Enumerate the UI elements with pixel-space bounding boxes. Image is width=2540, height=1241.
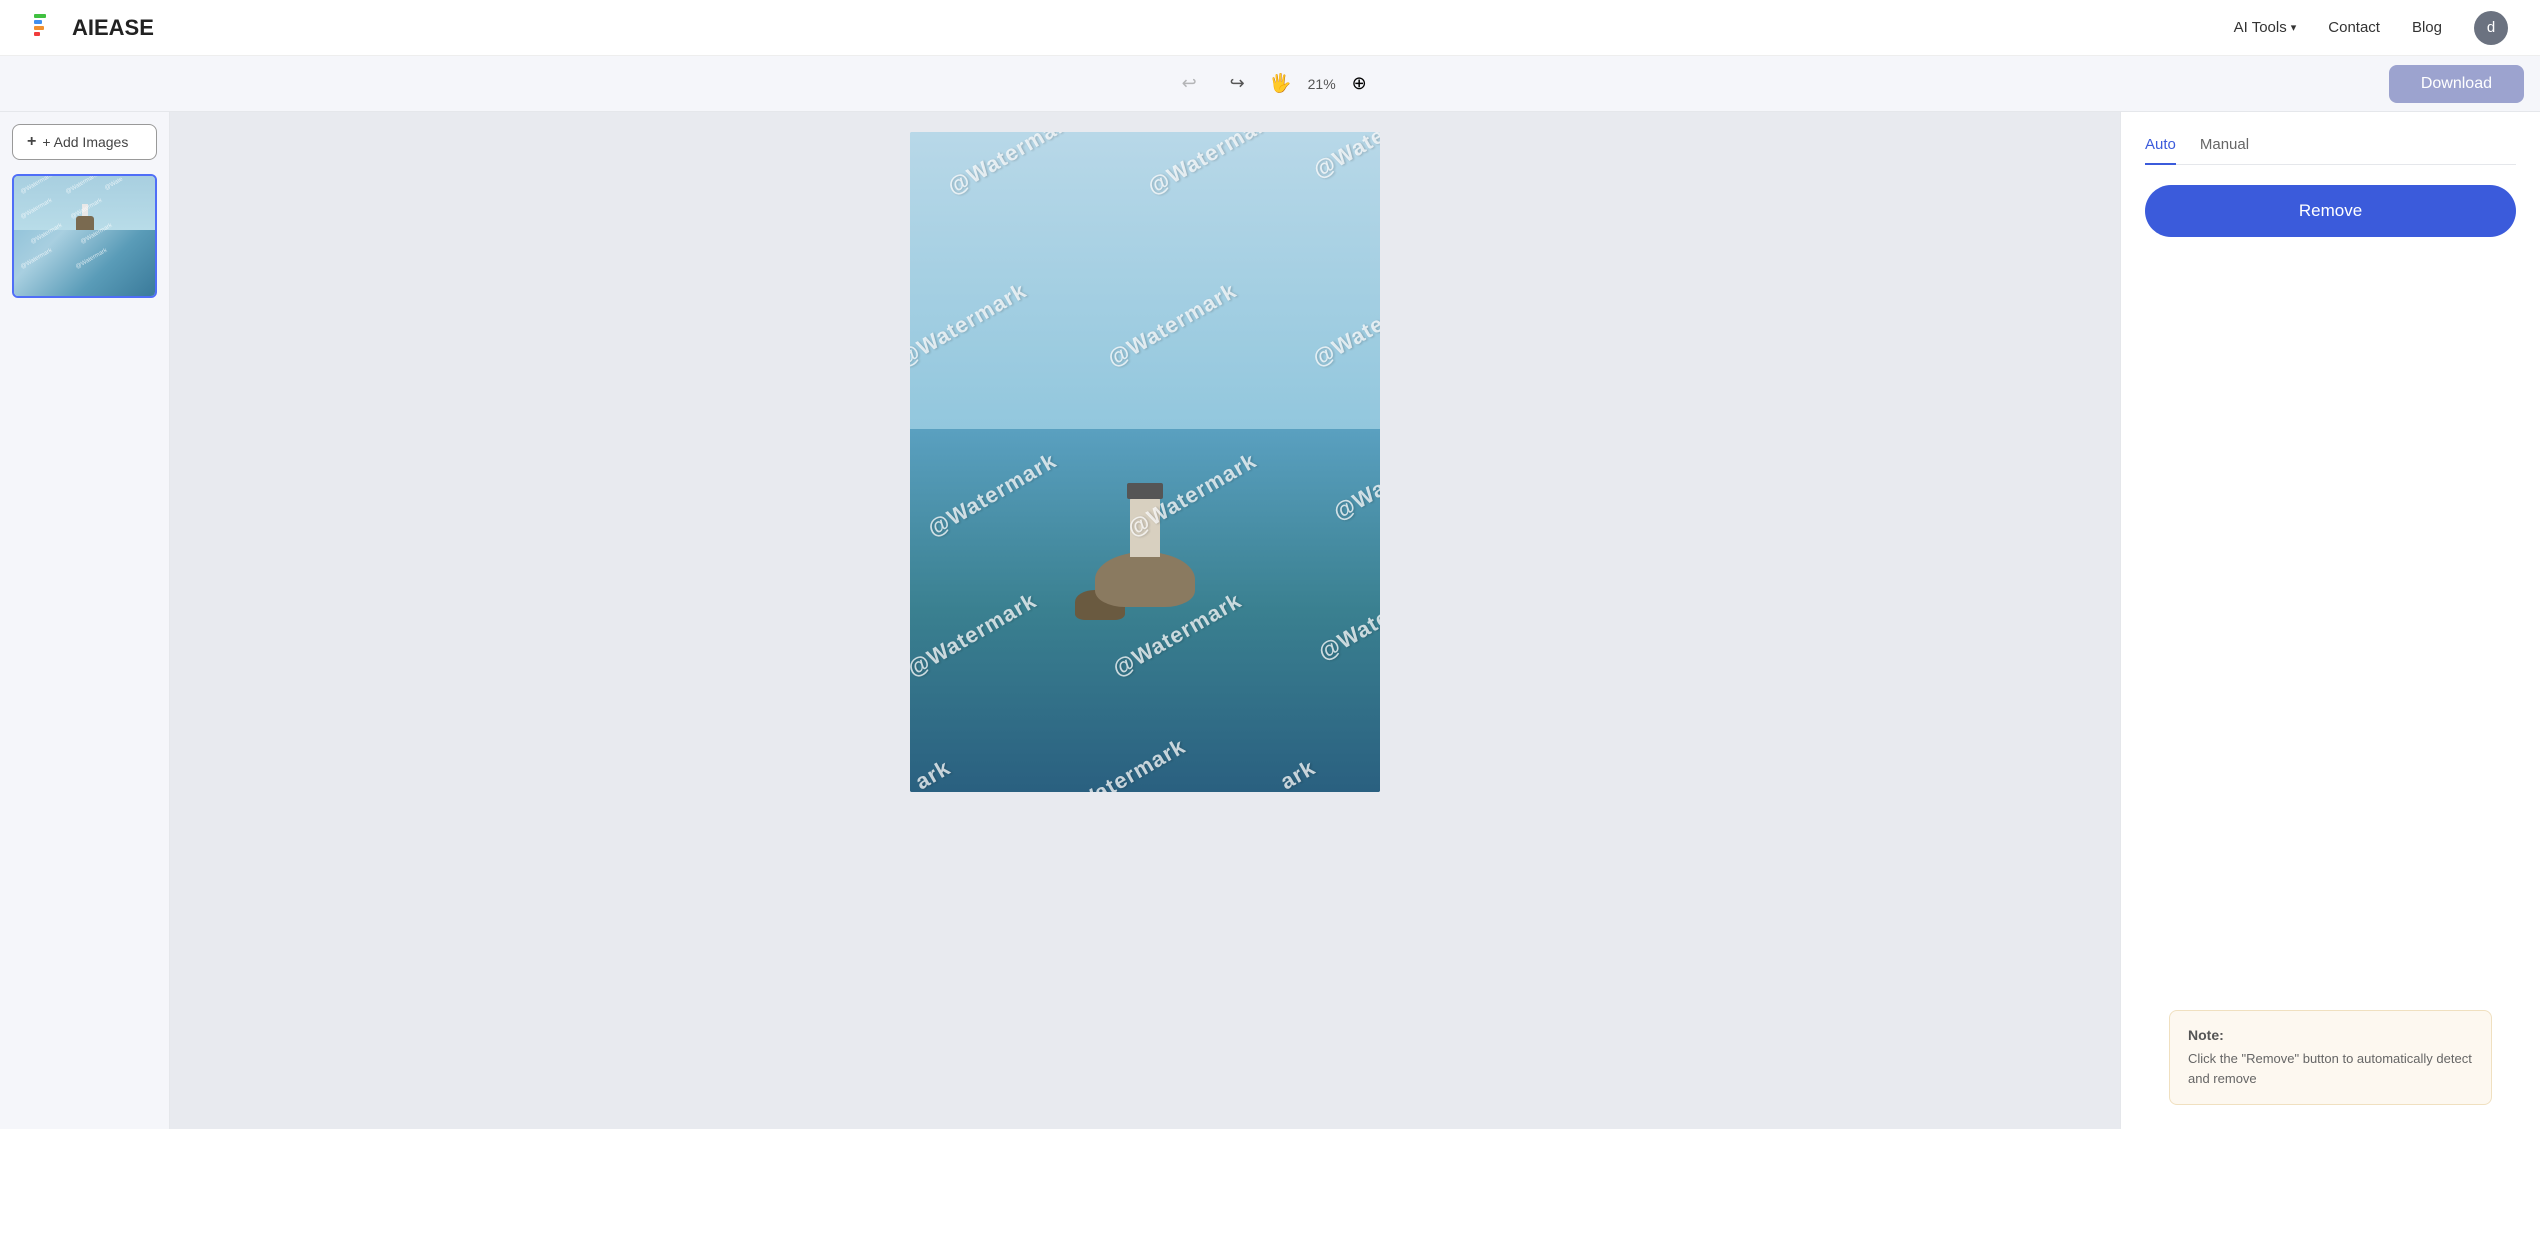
img-lighthouse-top: [1127, 483, 1163, 499]
canvas-area[interactable]: @Watermark@Watermark@Wate@Watermark@Wate…: [170, 112, 2120, 1129]
right-panel: Auto Manual Remove Note: Click the "Remo…: [2120, 112, 2540, 1129]
right-panel-inner: Auto Manual Remove Note: Click the "Remo…: [2145, 136, 2516, 1105]
toolbar: ↩ ↪ 🖐 21% ⊕ Download: [0, 56, 2540, 112]
nav-ai-tools[interactable]: AI Tools: [2234, 19, 2297, 36]
sidebar: + + Add Images @Watermark@Watermark@Wate…: [0, 112, 170, 1129]
img-sky: [910, 132, 1380, 462]
logo-icon: [32, 12, 64, 44]
tabs: Auto Manual: [2145, 136, 2516, 165]
note-box: Note: Click the "Remove" button to autom…: [2169, 1010, 2492, 1105]
remove-button[interactable]: Remove: [2145, 185, 2516, 237]
crosshair-icon[interactable]: ⊕: [1352, 73, 1367, 94]
img-lighthouse: [1130, 497, 1160, 557]
nav-contact[interactable]: Contact: [2328, 19, 2380, 36]
nav-blog[interactable]: Blog: [2412, 19, 2442, 36]
undo-button[interactable]: ↩: [1173, 68, 1205, 100]
header: AIEASE AI Tools Contact Blog d: [0, 0, 2540, 56]
toolbar-right: Download: [2389, 65, 2524, 103]
thumbnail-image: @Watermark@Watermark@Wate@Watermark@Wate…: [14, 176, 155, 296]
logo-text: AIEASE: [72, 15, 154, 41]
download-button[interactable]: Download: [2389, 65, 2524, 103]
redo-button[interactable]: ↪: [1221, 68, 1253, 100]
zoom-level: 21%: [1308, 76, 1336, 92]
tab-manual[interactable]: Manual: [2200, 136, 2249, 165]
tab-auto[interactable]: Auto: [2145, 136, 2176, 165]
add-images-button[interactable]: + + Add Images: [12, 124, 157, 160]
add-images-label: + Add Images: [42, 134, 128, 150]
img-island-base: [1095, 552, 1195, 607]
main: + + Add Images @Watermark@Watermark@Wate…: [0, 112, 2540, 1129]
pan-icon: 🖐: [1269, 73, 1291, 94]
note-title: Note:: [2188, 1027, 2473, 1043]
toolbar-center: ↩ ↪ 🖐 21% ⊕: [1173, 68, 1367, 100]
note-text: Click the "Remove" button to automatical…: [2188, 1049, 2473, 1088]
logo[interactable]: AIEASE: [32, 12, 154, 44]
nav: AI Tools Contact Blog d: [2234, 11, 2508, 45]
thumb-watermarks: @Watermark@Watermark@Wate@Watermark@Wate…: [14, 176, 155, 296]
main-image: @Watermark@Watermark@Wate@Watermark@Wate…: [910, 132, 1380, 792]
thumbnail-item[interactable]: @Watermark@Watermark@Wate@Watermark@Wate…: [12, 174, 157, 298]
avatar[interactable]: d: [2474, 11, 2508, 45]
plus-icon: +: [27, 133, 36, 151]
